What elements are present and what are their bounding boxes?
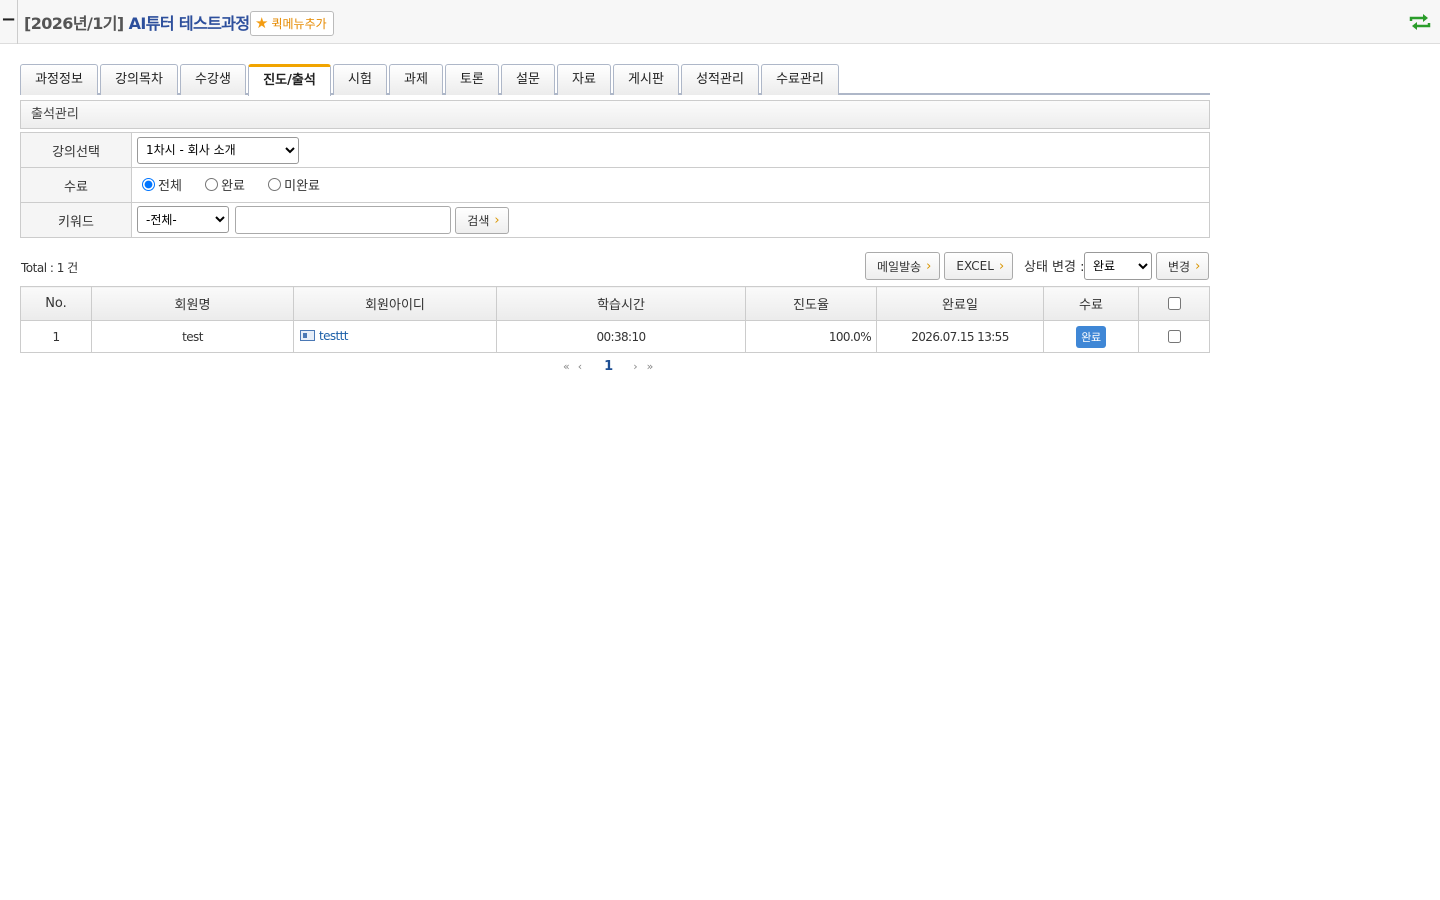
tab-discussion[interactable]: 토론	[445, 64, 499, 95]
last-page-icon[interactable]: »	[647, 360, 654, 373]
tab-materials[interactable]: 자료	[557, 64, 611, 95]
tab-board[interactable]: 게시판	[613, 64, 679, 95]
completion-filter-all[interactable]: 전체	[137, 175, 182, 194]
lecture-select[interactable]: 1차시 - 회사 소개	[137, 136, 299, 164]
completion-filter-done[interactable]: 완료	[200, 175, 245, 194]
course-tabs: 과정정보 강의목차 수강생 진도/출석 시험 과제 토론 설문 자료 게시판 성…	[20, 64, 1210, 96]
radio-not-done[interactable]	[268, 178, 282, 191]
section-title: 출석관리	[20, 100, 1210, 129]
tab-students[interactable]: 수강생	[180, 64, 246, 95]
attendance-table: No. 회원명 회원아이디 학습시간 진도율 완료일 수료 1 test tes…	[20, 286, 1210, 353]
collapse-button[interactable]: −	[0, 0, 18, 44]
search-form: 강의선택 1차시 - 회사 소개 수료 전체 완료 미완료 키워드 -전체- 검…	[20, 132, 1210, 238]
tab-assignment[interactable]: 과제	[389, 64, 443, 95]
select-all-checkbox[interactable]	[1168, 296, 1181, 310]
next-page-icon[interactable]: ›	[633, 360, 637, 373]
chevron-right-icon: ›	[998, 258, 1005, 274]
chevron-right-icon: ›	[494, 212, 500, 228]
tab-grades[interactable]: 성적관리	[681, 64, 759, 95]
member-card-icon	[300, 330, 315, 342]
chevron-right-icon: ›	[1195, 258, 1201, 274]
cell-select	[1138, 320, 1210, 353]
keyword-field-select[interactable]: -전체-	[137, 206, 229, 233]
keyword-label: 키워드	[20, 202, 132, 238]
cell-study-time: 00:38:10	[496, 320, 746, 353]
page-header: − [2026년/1기] AI튜터 테스트과정 ★ 퀵메뉴추가	[0, 0, 1440, 44]
first-page-icon[interactable]: «	[563, 360, 570, 373]
completion-filter-not-done[interactable]: 미완료	[263, 175, 320, 194]
col-completed-at: 완료일	[876, 286, 1044, 321]
course-name: AI튜터 테스트과정	[128, 14, 251, 33]
cell-member-id: testtt	[293, 320, 497, 353]
completion-label: 수료	[20, 167, 132, 203]
send-mail-button[interactable]: 메일발송 ›	[865, 252, 941, 280]
col-completion: 수료	[1043, 286, 1139, 321]
status-badge: 완료	[1076, 325, 1106, 348]
member-id-link[interactable]: testtt	[300, 329, 348, 343]
col-progress: 진도율	[745, 286, 877, 321]
cell-progress: 100.0%	[745, 320, 877, 353]
star-icon: ★	[255, 14, 269, 32]
cell-no: 1	[20, 320, 92, 353]
total-count: Total : 1 건	[21, 261, 78, 275]
add-quick-menu-label: 퀵메뉴추가	[271, 17, 327, 31]
cell-completed-at: 2026.07.15 13:55	[876, 320, 1044, 353]
radio-done[interactable]	[205, 178, 219, 191]
search-button[interactable]: 검색 ›	[455, 206, 509, 234]
status-change-label: 상태 변경 :	[1024, 260, 1085, 275]
tab-course-info[interactable]: 과정정보	[20, 64, 98, 95]
add-quick-menu-button[interactable]: ★ 퀵메뉴추가	[250, 11, 334, 36]
current-page[interactable]: 1	[604, 359, 613, 374]
tab-survey[interactable]: 설문	[501, 64, 555, 95]
table-row: 1 test testtt 00:38:10 100.0% 2026.07.15…	[20, 320, 1210, 353]
chevron-right-icon: ›	[926, 258, 932, 274]
tab-lecture-list[interactable]: 강의목차	[100, 64, 178, 95]
tab-exam[interactable]: 시험	[333, 64, 387, 95]
course-term: [2026년/1기]	[24, 14, 124, 33]
prev-page-icon[interactable]: ‹	[578, 360, 582, 373]
keyword-input[interactable]	[235, 206, 452, 234]
col-member-id: 회원아이디	[293, 286, 497, 321]
excel-button[interactable]: EXCEL ›	[944, 252, 1014, 280]
col-select-all	[1138, 286, 1210, 321]
change-status-button[interactable]: 변경 ›	[1156, 252, 1210, 280]
cell-completion-status: 완료	[1043, 320, 1139, 353]
page-title: [2026년/1기] AI튜터 테스트과정	[24, 10, 250, 34]
row-checkbox[interactable]	[1168, 330, 1181, 343]
radio-all[interactable]	[142, 178, 155, 191]
status-select[interactable]: 완료	[1084, 252, 1152, 280]
tab-completion[interactable]: 수료관리	[761, 64, 839, 95]
action-toolbar: 메일발송 › EXCEL ›	[865, 252, 1014, 280]
col-study-time: 학습시간	[496, 286, 746, 321]
pagination: « ‹ 1 › »	[563, 359, 653, 374]
cell-member-name: test	[91, 320, 294, 353]
col-no: No.	[20, 286, 92, 321]
tab-progress-attendance[interactable]: 진도/출석	[248, 64, 331, 96]
refresh-icon[interactable]	[1408, 12, 1432, 32]
col-member-name: 회원명	[91, 286, 294, 321]
lecture-select-label: 강의선택	[20, 132, 132, 168]
